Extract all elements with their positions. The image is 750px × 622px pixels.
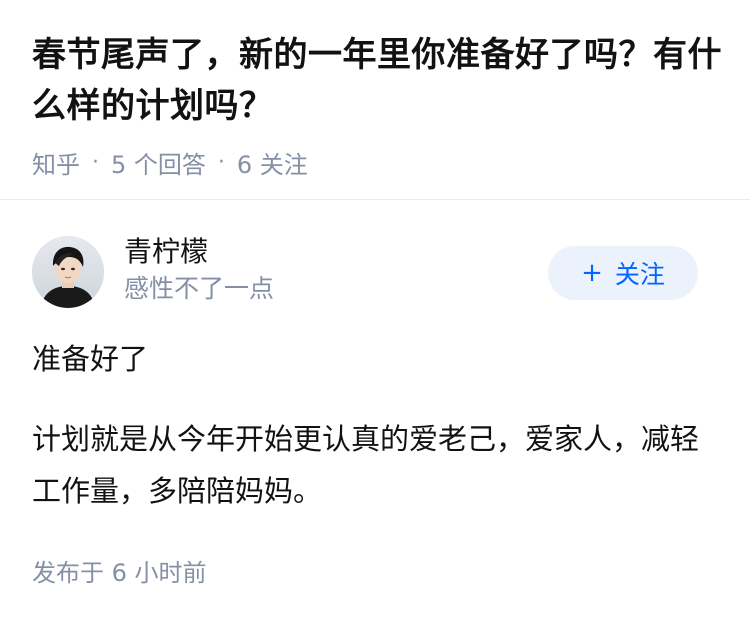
publish-time: 发布于 6 小时前 — [32, 559, 207, 587]
answer-paragraph: 准备好了 — [32, 342, 149, 376]
question-header: 春节尾声了，新的一年里你准备好了吗？有什么样的计划吗？ 知乎 · 5 个回答 ·… — [32, 30, 722, 180]
answer-paragraph: 计划就是从今年开始更认真的爱老己，爱家人，减轻工作量，多陪陪妈妈。 — [32, 422, 700, 508]
follow-button-label: 关注 — [614, 260, 665, 289]
answer-body[interactable]: 准备好了 计划就是从今年开始更认真的爱老己，爱家人，减轻工作量，多陪陪妈妈。 — [32, 333, 718, 517]
separator-dot: · — [92, 149, 99, 175]
avatar[interactable] — [32, 236, 104, 308]
separator-dot: · — [217, 149, 225, 175]
follow-button[interactable]: + 关注 — [548, 246, 698, 300]
author-bio: 感性不了一点 — [124, 274, 275, 303]
question-title[interactable]: 春节尾声了，新的一年里你准备好了吗？有什么样的计划吗？ — [32, 30, 722, 132]
avatar-portrait-image — [32, 236, 104, 308]
answers-count[interactable]: 5 个回答 — [111, 145, 206, 180]
followers-count[interactable]: 6 关注 — [237, 145, 308, 180]
plus-icon: + — [581, 258, 603, 288]
question-meta: 知乎 · 5 个回答 · 6 关注 — [32, 145, 722, 180]
author-info: 青柠檬 感性不了一点 — [124, 234, 274, 306]
divider — [0, 199, 750, 200]
author-name[interactable]: 青柠檬 — [124, 234, 274, 270]
source-label[interactable]: 知乎 — [32, 145, 80, 180]
author-row: 青柠檬 感性不了一点 + 关注 — [32, 234, 698, 308]
